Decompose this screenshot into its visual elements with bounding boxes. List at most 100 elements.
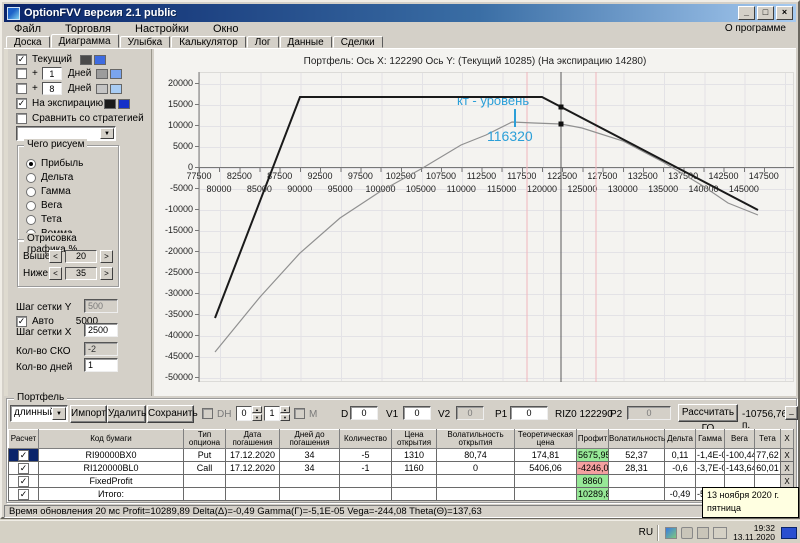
tab-diagram[interactable]: Диаграмма bbox=[50, 34, 119, 48]
delete-row-button[interactable]: X bbox=[780, 461, 794, 475]
chevron-down-icon[interactable]: ▼ bbox=[100, 128, 114, 139]
plus1-checkbox[interactable] bbox=[16, 68, 27, 79]
ticker-label: RIZ0 122290 bbox=[555, 409, 613, 420]
collapse-button[interactable]: _ bbox=[785, 406, 798, 420]
draw-group-title: Чего рисуем bbox=[24, 139, 88, 150]
radio-profit[interactable] bbox=[26, 158, 36, 169]
profit-cell: 5675,95 bbox=[576, 448, 609, 462]
expiration-checkbox[interactable]: ✓ bbox=[16, 98, 27, 109]
tab-calculator[interactable]: Калькулятор bbox=[171, 36, 246, 48]
grid-y-input[interactable]: 500 bbox=[84, 299, 118, 313]
radio-theta[interactable] bbox=[26, 214, 36, 225]
volume-icon[interactable] bbox=[681, 526, 694, 539]
save-button[interactable]: Сохранить bbox=[147, 405, 198, 423]
draw-group: Чего рисуем Прибыль Дельта Гамма Вега Те… bbox=[17, 139, 119, 241]
portfolio-strategy-combobox[interactable]: длинный стре ▼ bbox=[10, 405, 68, 422]
spin-up-icon[interactable]: ▲ bbox=[280, 406, 290, 413]
m-label: М bbox=[309, 409, 318, 420]
spin-down-icon[interactable]: ▼ bbox=[280, 414, 290, 421]
close-button[interactable]: × bbox=[776, 6, 793, 20]
tab-smile[interactable]: Улыбка bbox=[119, 36, 171, 48]
spin-up-icon[interactable]: ▲ bbox=[252, 406, 262, 413]
days-count-label: Кол-во дней bbox=[16, 362, 73, 373]
below-increase-button[interactable]: > bbox=[100, 267, 113, 280]
row-checkbox[interactable]: ✓ bbox=[18, 475, 29, 487]
days8-word: Дней bbox=[67, 83, 92, 94]
days8-input[interactable] bbox=[41, 82, 62, 95]
delete-row-button[interactable]: X bbox=[780, 474, 794, 488]
above-increase-button[interactable]: > bbox=[100, 250, 113, 263]
flag-icon[interactable] bbox=[713, 526, 728, 539]
table-row[interactable]: ✓ RI120000BL0 Call 17.12.2020 34 -1 1160 05… bbox=[8, 461, 794, 475]
delete-row-button[interactable]: X bbox=[780, 448, 794, 462]
v2-input[interactable]: 0 bbox=[456, 406, 484, 420]
menu-about[interactable]: О программе bbox=[725, 23, 786, 36]
row-checkbox[interactable]: ✓ bbox=[18, 449, 29, 461]
p2-input[interactable]: 0 bbox=[627, 406, 671, 420]
compare-row: Сравнить со стратегией bbox=[16, 112, 144, 125]
expiration-line-swatch bbox=[104, 98, 116, 109]
client-area: ✓ Текущий + Дней + Дней bbox=[4, 48, 796, 396]
delete-button[interactable]: Удалить bbox=[107, 405, 146, 423]
kt-level-value: 116320 bbox=[487, 128, 533, 144]
status-bar: Время обновления 20 мс Profit=10289,89 D… bbox=[4, 505, 796, 518]
p1-label: P1 bbox=[495, 409, 508, 420]
current-curve bbox=[214, 121, 759, 353]
menu-file[interactable]: Файл bbox=[14, 23, 41, 36]
tab-data[interactable]: Данные bbox=[279, 36, 332, 48]
tab-board[interactable]: Доска bbox=[6, 36, 50, 48]
plus8-checkbox[interactable] bbox=[16, 83, 27, 94]
plus1-label: + bbox=[32, 68, 38, 79]
row-checkbox[interactable]: ✓ bbox=[18, 462, 29, 474]
language-indicator[interactable]: RU bbox=[639, 527, 653, 538]
radio-gamma[interactable] bbox=[26, 186, 36, 197]
display-icon[interactable] bbox=[781, 526, 797, 539]
chevron-down-icon[interactable]: ▼ bbox=[52, 407, 66, 420]
table-row[interactable]: ✓ RI90000BX0 Put 17.12.2020 34 -5 1310 80,7… bbox=[8, 448, 794, 462]
minimize-button[interactable]: _ bbox=[738, 6, 755, 20]
current-checkbox[interactable]: ✓ bbox=[16, 54, 27, 65]
title-bar: OptionFVV версия 2.1 public _ □ × bbox=[4, 4, 796, 22]
network-icon[interactable] bbox=[697, 526, 710, 539]
dh-label: DH bbox=[217, 409, 232, 420]
tooltip-date: 13 ноября 2020 г. bbox=[707, 490, 779, 500]
clock[interactable]: 19:32 13.11.2020 bbox=[733, 523, 775, 542]
below-decrease-button[interactable]: < bbox=[49, 267, 62, 280]
v1-input[interactable]: 0 bbox=[403, 406, 431, 420]
d-input[interactable]: 0 bbox=[350, 406, 378, 420]
tab-deals[interactable]: Сделки bbox=[332, 36, 383, 48]
menu-window[interactable]: Окно bbox=[213, 23, 239, 36]
compare-checkbox[interactable] bbox=[16, 113, 27, 124]
row-checkbox[interactable]: ✓ bbox=[18, 488, 29, 500]
dh-checkbox[interactable] bbox=[202, 408, 213, 419]
maximize-button[interactable]: □ bbox=[757, 6, 774, 20]
profit-cell: -4246,06 bbox=[576, 461, 609, 475]
above-label: Выше bbox=[23, 251, 51, 262]
app-tray-icon[interactable] bbox=[665, 526, 678, 539]
above-decrease-button[interactable]: < bbox=[49, 250, 62, 263]
days1-word: Дней bbox=[67, 68, 92, 79]
plus8-label: + bbox=[32, 83, 38, 94]
spin-down-icon[interactable]: ▼ bbox=[252, 414, 262, 421]
days-count-input[interactable]: 1 bbox=[84, 358, 118, 372]
spinner-2[interactable]: 1 ▲ ▼ bbox=[264, 406, 290, 421]
calc-go-button[interactable]: Рассчитать ГО bbox=[678, 404, 738, 434]
menu-settings[interactable]: Настройки bbox=[135, 23, 189, 36]
table-header-row: Расчет Код бумаги Тип опциона Дата погашен… bbox=[8, 429, 794, 449]
sko-input[interactable]: -2 bbox=[84, 342, 118, 356]
spinner-1[interactable]: 0 ▲ ▼ bbox=[236, 406, 262, 421]
grid-x-input[interactable]: 2500 bbox=[84, 323, 118, 337]
radio-delta[interactable] bbox=[26, 172, 36, 183]
import-button[interactable]: Импорт bbox=[70, 405, 107, 423]
p1-input[interactable]: 0 bbox=[510, 406, 548, 420]
render-range-group: Отрисовка графика % Выше < 20 > Ниже < 3… bbox=[17, 233, 119, 287]
tab-log[interactable]: Лог bbox=[246, 36, 279, 48]
radio-vega[interactable] bbox=[26, 200, 36, 211]
table-row[interactable]: ✓ FixedProfit 8860 X bbox=[8, 474, 794, 488]
table-total-row[interactable]: ✓ Итого: 10289,89 -0,49 -5,1E-05-244,08 … bbox=[8, 487, 794, 501]
days1-input[interactable] bbox=[41, 67, 62, 80]
current-marker bbox=[558, 121, 564, 127]
profit-cell: 10289,89 bbox=[576, 487, 609, 501]
m-checkbox[interactable] bbox=[294, 408, 305, 419]
portfolio-group-title: Портфель bbox=[14, 392, 68, 403]
